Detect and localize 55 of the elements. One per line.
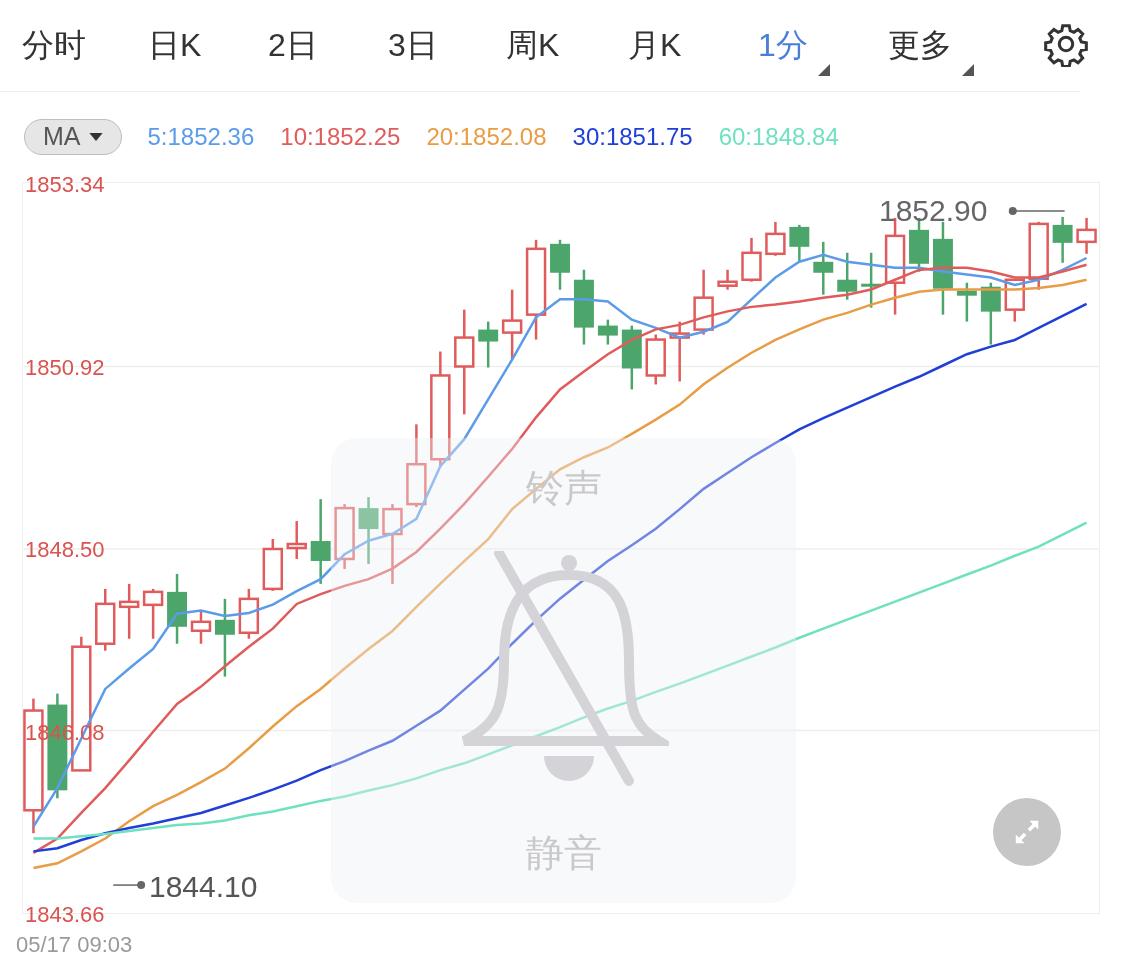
tab[interactable]: 周K	[506, 18, 582, 72]
leader-line	[112, 881, 146, 890]
candlestick	[550, 239, 570, 290]
tab[interactable]: 月K	[628, 18, 704, 72]
candlestick	[118, 583, 140, 639]
candlestick	[190, 610, 212, 644]
candlestick	[813, 241, 834, 295]
candlestick	[142, 588, 164, 639]
y-axis-label: 1848.50	[25, 537, 105, 563]
min-price-label: 1844.10	[149, 869, 258, 905]
candlestick	[358, 497, 379, 564]
max-price-label: 1852.90	[879, 193, 988, 229]
candlestick	[1076, 217, 1097, 254]
moving-average-value: 30:1851.75	[572, 122, 693, 152]
caret-icon	[88, 133, 103, 141]
tab[interactable]: 2日	[268, 18, 340, 72]
tab[interactable]: 日K	[148, 18, 224, 72]
candlestick	[645, 334, 666, 385]
moving-average-value: 20:1852.08	[426, 122, 547, 152]
tab[interactable]: 1分	[758, 18, 830, 72]
tab[interactable]: 3日	[388, 18, 460, 72]
tab[interactable]: 更多	[888, 18, 974, 72]
candlestick	[693, 269, 714, 335]
moving-average-value: 5:1852.36	[147, 122, 255, 152]
candlestick	[334, 504, 355, 569]
candlestick	[669, 321, 690, 382]
candlestick	[861, 252, 882, 308]
candlestick	[717, 269, 738, 290]
tab[interactable]: 分时	[22, 18, 108, 72]
y-axis-label: 1843.66	[25, 902, 105, 928]
candlestick	[501, 289, 523, 360]
candlestick	[262, 539, 283, 591]
moving-average-value: 60:1848.84	[718, 122, 839, 152]
candlestick	[837, 252, 858, 300]
candlestick	[980, 282, 1001, 345]
y-axis-label: 1850.92	[25, 354, 105, 381]
candlestick	[597, 319, 618, 345]
candlestick	[741, 237, 762, 282]
candlestick	[621, 325, 642, 390]
candlestick	[478, 321, 499, 368]
candlestick	[956, 282, 977, 322]
indicator-dropdown[interactable]: MA	[24, 119, 122, 155]
candlestick	[789, 224, 810, 262]
timestamp: 05/17 09:03	[16, 932, 133, 958]
candlestick	[95, 588, 116, 651]
candlestick	[1028, 221, 1049, 290]
candlestick	[1004, 278, 1025, 322]
candlestick	[1052, 216, 1073, 263]
candlestick	[238, 588, 260, 639]
candlestick	[765, 221, 786, 256]
candlestick	[286, 521, 307, 559]
candlestick	[167, 573, 187, 644]
y-axis-label: 1853.34	[25, 172, 105, 198]
leader-line	[1008, 206, 1066, 215]
moving-average-value: 10:1852.25	[280, 122, 401, 152]
